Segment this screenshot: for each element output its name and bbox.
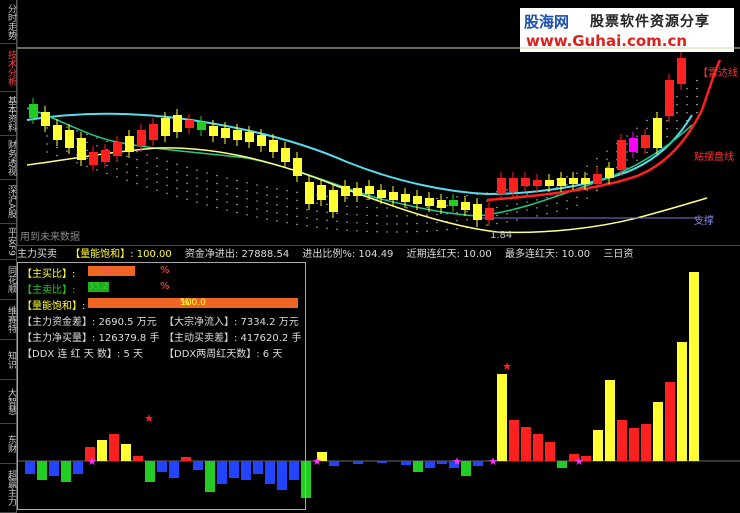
- ma-green-line: [26, 107, 693, 217]
- ddx-two-week: 【DDX两周红天数】: 6 天: [164, 349, 283, 360]
- sell-ratio-bar: 33.2: [88, 282, 109, 292]
- header-recent-days: 近期连红天: 10.00: [406, 249, 492, 260]
- sidebar-tab-eastmoney[interactable]: 东财: [0, 424, 16, 464]
- buy-ratio-value: 66.8: [101, 266, 122, 276]
- low-price-label: 1.84: [490, 230, 513, 241]
- header-ratio: 进出比例%: 104.49: [302, 249, 394, 260]
- sidebar-tab-super-main[interactable]: 超赢主力: [0, 464, 16, 513]
- buy-ratio-bar: 66.8: [88, 266, 135, 276]
- svg-text:★: ★: [502, 360, 512, 373]
- saturation-bar: 100.0: [88, 298, 298, 308]
- saturation-unit: %: [180, 297, 190, 308]
- sidebar-tab-dzh[interactable]: 大智慧: [0, 380, 16, 424]
- sidebar-tab-vst[interactable]: 维赛特: [0, 300, 16, 340]
- ma-cyan-line: [26, 112, 693, 196]
- sidebar-tab-basic-info[interactable]: 基本资料: [0, 92, 16, 136]
- sidebar-tab-finance[interactable]: 财务透视: [0, 136, 16, 180]
- sidebar-tab-knowledge[interactable]: 知识: [0, 340, 16, 380]
- svg-text:★: ★: [452, 455, 462, 468]
- sidebar-tab-technical[interactable]: 技术分析: [0, 44, 16, 92]
- info-panel: 【主买比】: 66.8 % 【主卖比】: 33.2 % 【量能饱和】: 100.…: [17, 262, 306, 510]
- fund-diff: 【主力资金差】: 2690.5 万元: [22, 317, 157, 328]
- sidebar: 分时走势 技术分析 基本资料 财务透视 深沪A股 平安F9 同花顺 维赛特 知识…: [0, 0, 17, 513]
- net-buy: 【主力净买量】: 126379.8 手: [22, 333, 160, 344]
- header-three-day: 三日资: [603, 249, 634, 260]
- dot-cloud: [46, 79, 698, 233]
- indicator-header: 主力买卖 【量能饱和】: 100.00 资金净进出: 27888.54 进出比例…: [17, 248, 740, 262]
- main-price-chart[interactable]: [17, 0, 740, 246]
- candlesticks: [29, 52, 686, 226]
- svg-text:★: ★: [574, 455, 584, 468]
- future-data-note: 用到未来数据: [20, 232, 80, 243]
- header-fund-flow: 资金净进出: 27888.54: [184, 249, 290, 260]
- saturation-label: 【量能饱和】:: [22, 301, 86, 312]
- block-inflow: 【大宗净流入】: 7334.2 万元: [164, 317, 299, 328]
- header-saturation: 【量能饱和】: 100.00: [70, 249, 172, 260]
- ddx-days: 【DDX 连 红 天 数】: 5 天: [22, 349, 144, 360]
- sell-ratio-label: 【主卖比】:: [22, 285, 76, 296]
- label-radar-line: 【雷达线: [698, 68, 738, 79]
- buy-ratio-label: 【主买比】:: [22, 269, 76, 280]
- sidebar-tab-f9[interactable]: 平安F9: [0, 224, 16, 260]
- label-floor-line: 贴摆盘线: [694, 152, 734, 163]
- indicator-name[interactable]: 主力买卖: [17, 249, 57, 260]
- header-max-days: 最多连红天: 10.00: [504, 249, 591, 260]
- sidebar-tab-a-shares[interactable]: 深沪A股: [0, 180, 16, 224]
- sidebar-tab-intraday[interactable]: 分时走势: [0, 0, 16, 44]
- sell-ratio-value: 33.2: [88, 282, 109, 292]
- sidebar-tab-ths[interactable]: 同花顺: [0, 260, 16, 300]
- label-support: 支撑: [694, 216, 714, 227]
- active-buy-diff: 【主动买卖差】: 417620.2 手: [164, 333, 302, 344]
- buy-ratio-unit: %: [160, 265, 170, 276]
- sell-ratio-unit: %: [160, 281, 170, 292]
- svg-text:★: ★: [488, 455, 498, 468]
- svg-text:★: ★: [312, 455, 322, 468]
